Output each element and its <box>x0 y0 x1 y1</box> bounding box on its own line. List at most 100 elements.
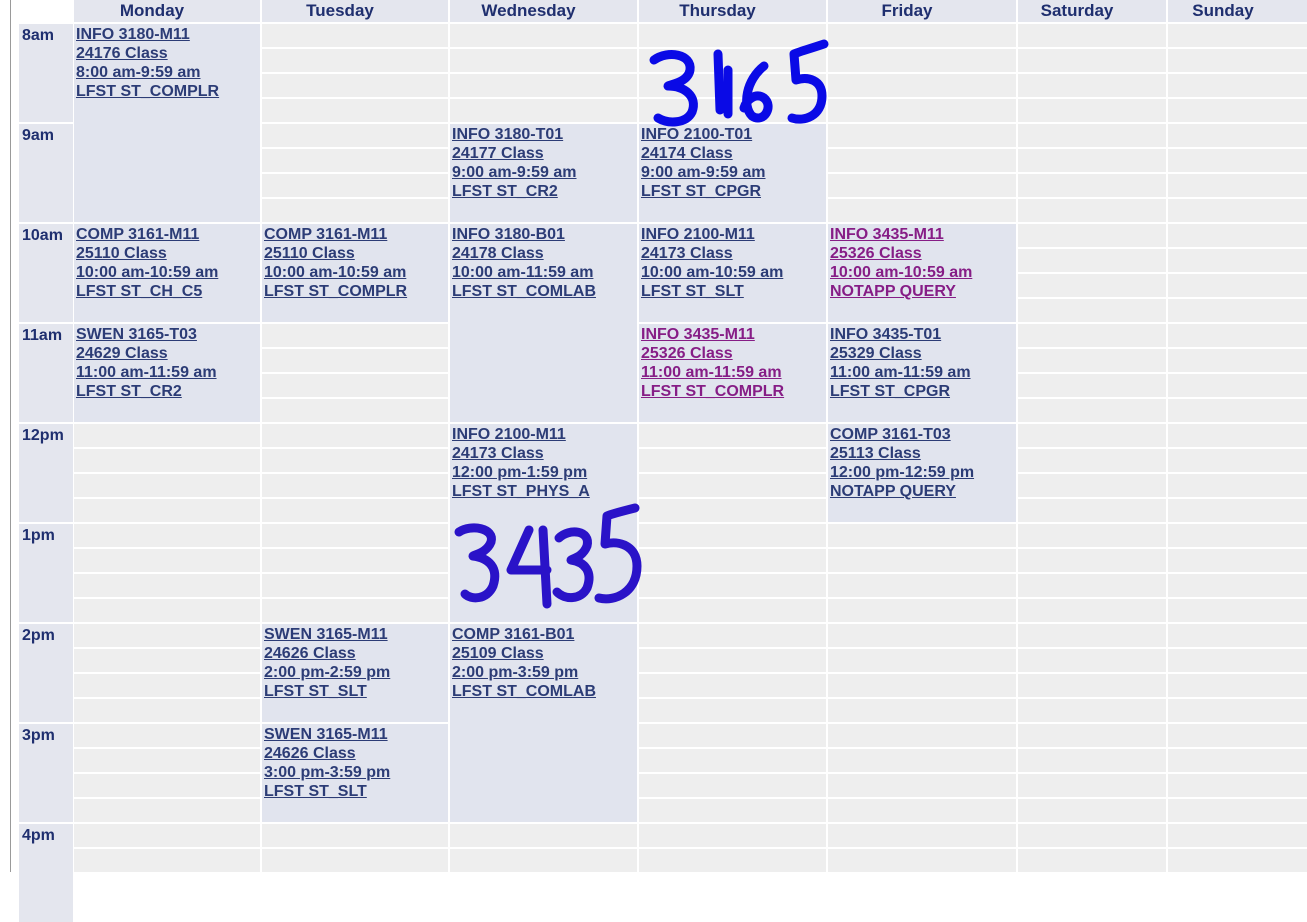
class-time-link[interactable]: 10:00 am-10:59 am <box>264 263 448 282</box>
course-section-link[interactable]: INFO 3180-T01 <box>452 125 637 144</box>
time-slot-cell <box>828 149 1016 172</box>
class-number-link[interactable]: 25326 Class <box>641 344 826 363</box>
class-time-link[interactable]: 11:00 am-11:59 am <box>641 363 826 382</box>
class-event-block: INFO 3435-T01 25329 Class 11:00 am-11:59 a… <box>828 324 1016 422</box>
class-event-block: SWEN 3165-M11 24626 Class 3:00 pm-3:59 pm L… <box>262 724 448 822</box>
class-time-link[interactable]: 3:00 pm-3:59 pm <box>264 763 448 782</box>
class-time-link[interactable]: 2:00 pm-2:59 pm <box>264 663 448 682</box>
class-number-link[interactable]: 25110 Class <box>264 244 448 263</box>
time-slot-cell <box>828 549 1016 572</box>
time-slot-cell <box>1168 124 1307 147</box>
course-section-link[interactable]: INFO 3435-T01 <box>830 325 1016 344</box>
class-number-link[interactable]: 24177 Class <box>452 144 637 163</box>
class-time-link[interactable]: 11:00 am-11:59 am <box>830 363 1016 382</box>
time-slot-cell <box>639 799 826 822</box>
time-slot-cell <box>450 24 637 47</box>
class-location-link[interactable]: LFST ST_COMLAB <box>452 282 637 301</box>
class-location-link[interactable]: LFST ST_PHYS_A <box>452 482 637 501</box>
time-slot-cell <box>1018 74 1166 97</box>
class-number-link[interactable]: 25113 Class <box>830 444 1016 463</box>
class-time-link[interactable]: 9:00 am-9:59 am <box>641 163 826 182</box>
class-time-link[interactable]: 10:00 am-11:59 am <box>452 263 637 282</box>
class-time-link[interactable]: 9:00 am-9:59 am <box>452 163 637 182</box>
course-section-link[interactable]: INFO 2100-M11 <box>452 425 637 444</box>
course-section-link[interactable]: INFO 3180-B01 <box>452 225 637 244</box>
course-section-link[interactable]: SWEN 3165-M11 <box>264 625 448 644</box>
course-section-link[interactable]: COMP 3161-M11 <box>264 225 448 244</box>
time-slot-cell <box>1168 849 1307 872</box>
time-label-1pm: 1pm <box>19 524 73 622</box>
class-number-link[interactable]: 24176 Class <box>76 44 260 63</box>
time-slot-cell <box>828 649 1016 672</box>
class-event-block: INFO 3180-B01 24178 Class 10:00 am-11:59 a… <box>450 224 637 422</box>
time-slot-cell <box>639 649 826 672</box>
class-number-link[interactable]: 24626 Class <box>264 744 448 763</box>
class-location-link[interactable]: NOTAPP QUERY <box>830 482 1016 501</box>
class-number-link[interactable]: 24174 Class <box>641 144 826 163</box>
time-slot-cell <box>828 749 1016 772</box>
class-location-link[interactable]: LFST ST_CR2 <box>76 382 260 401</box>
class-location-link[interactable]: LFST ST_CR2 <box>452 182 637 201</box>
time-slot-cell <box>1018 199 1166 222</box>
time-slot-cell <box>74 724 260 747</box>
course-section-link[interactable]: INFO 3435-M11 <box>641 325 826 344</box>
class-location-link[interactable]: LFST ST_SLT <box>264 782 448 801</box>
course-section-link[interactable]: INFO 3180-M11 <box>76 25 260 44</box>
course-section-link[interactable]: COMP 3161-T03 <box>830 425 1016 444</box>
class-number-link[interactable]: 24629 Class <box>76 344 260 363</box>
time-slot-cell <box>1018 449 1166 472</box>
class-location-link[interactable]: LFST ST_COMPLR <box>641 382 826 401</box>
time-slot-cell <box>262 574 448 597</box>
class-location-link[interactable]: LFST ST_CH_C5 <box>76 282 260 301</box>
class-location-link[interactable]: LFST ST_SLT <box>641 282 826 301</box>
course-section-link[interactable]: COMP 3161-B01 <box>452 625 637 644</box>
day-header-tuesday: Tuesday <box>262 0 448 22</box>
class-location-link[interactable]: LFST ST_CPGR <box>830 382 1016 401</box>
class-time-link[interactable]: 10:00 am-10:59 am <box>830 263 1016 282</box>
time-slot-cell <box>828 574 1016 597</box>
time-slot-cell <box>639 424 826 447</box>
time-slot-cell <box>262 599 448 622</box>
class-time-link[interactable]: 2:00 pm-3:59 pm <box>452 663 637 682</box>
class-event-block: COMP 3161-T03 25113 Class 12:00 pm-12:59 p… <box>828 424 1016 522</box>
time-slot-cell <box>262 124 448 147</box>
time-slot-cell <box>828 24 1016 47</box>
class-location-link[interactable]: LFST ST_CPGR <box>641 182 826 201</box>
class-time-link[interactable]: 12:00 pm-12:59 pm <box>830 463 1016 482</box>
time-slot-cell <box>1168 824 1307 847</box>
class-time-link[interactable]: 11:00 am-11:59 am <box>76 363 260 382</box>
course-section-link[interactable]: SWEN 3165-T03 <box>76 325 260 344</box>
class-number-link[interactable]: 25110 Class <box>76 244 260 263</box>
time-slot-cell <box>1168 774 1307 797</box>
class-location-link[interactable]: NOTAPP QUERY <box>830 282 1016 301</box>
class-time-link[interactable]: 8:00 am-9:59 am <box>76 63 260 82</box>
class-location-link[interactable]: LFST ST_SLT <box>264 682 448 701</box>
time-slot-cell <box>1168 324 1307 347</box>
time-slot-cell <box>262 324 448 347</box>
class-event-block: COMP 3161-B01 25109 Class 2:00 pm-3:59 pm L… <box>450 624 637 822</box>
time-slot-cell <box>1168 649 1307 672</box>
class-time-link[interactable]: 10:00 am-10:59 am <box>76 263 260 282</box>
time-slot-cell <box>639 774 826 797</box>
time-slot-cell <box>1018 374 1166 397</box>
class-number-link[interactable]: 25329 Class <box>830 344 1016 363</box>
course-section-link[interactable]: COMP 3161-M11 <box>76 225 260 244</box>
class-time-link[interactable]: 12:00 pm-1:59 pm <box>452 463 637 482</box>
class-number-link[interactable]: 24173 Class <box>452 444 637 463</box>
class-number-link[interactable]: 24173 Class <box>641 244 826 263</box>
class-number-link[interactable]: 25326 Class <box>830 244 1016 263</box>
course-section-link[interactable]: SWEN 3165-M11 <box>264 725 448 744</box>
class-location-link[interactable]: LFST ST_COMPLR <box>76 82 260 101</box>
class-location-link[interactable]: LFST ST_COMLAB <box>452 682 637 701</box>
time-slot-cell <box>1018 324 1166 347</box>
class-number-link[interactable]: 24626 Class <box>264 644 448 663</box>
course-section-link[interactable]: INFO 2100-M11 <box>641 225 826 244</box>
time-slot-cell <box>262 24 448 47</box>
class-number-link[interactable]: 25109 Class <box>452 644 637 663</box>
course-section-link[interactable]: INFO 3435-M11 <box>830 225 1016 244</box>
class-number-link[interactable]: 24178 Class <box>452 244 637 263</box>
time-slot-cell <box>1018 674 1166 697</box>
day-header-sunday: Sunday <box>1168 0 1307 22</box>
class-location-link[interactable]: LFST ST_COMPLR <box>264 282 448 301</box>
class-time-link[interactable]: 10:00 am-10:59 am <box>641 263 826 282</box>
